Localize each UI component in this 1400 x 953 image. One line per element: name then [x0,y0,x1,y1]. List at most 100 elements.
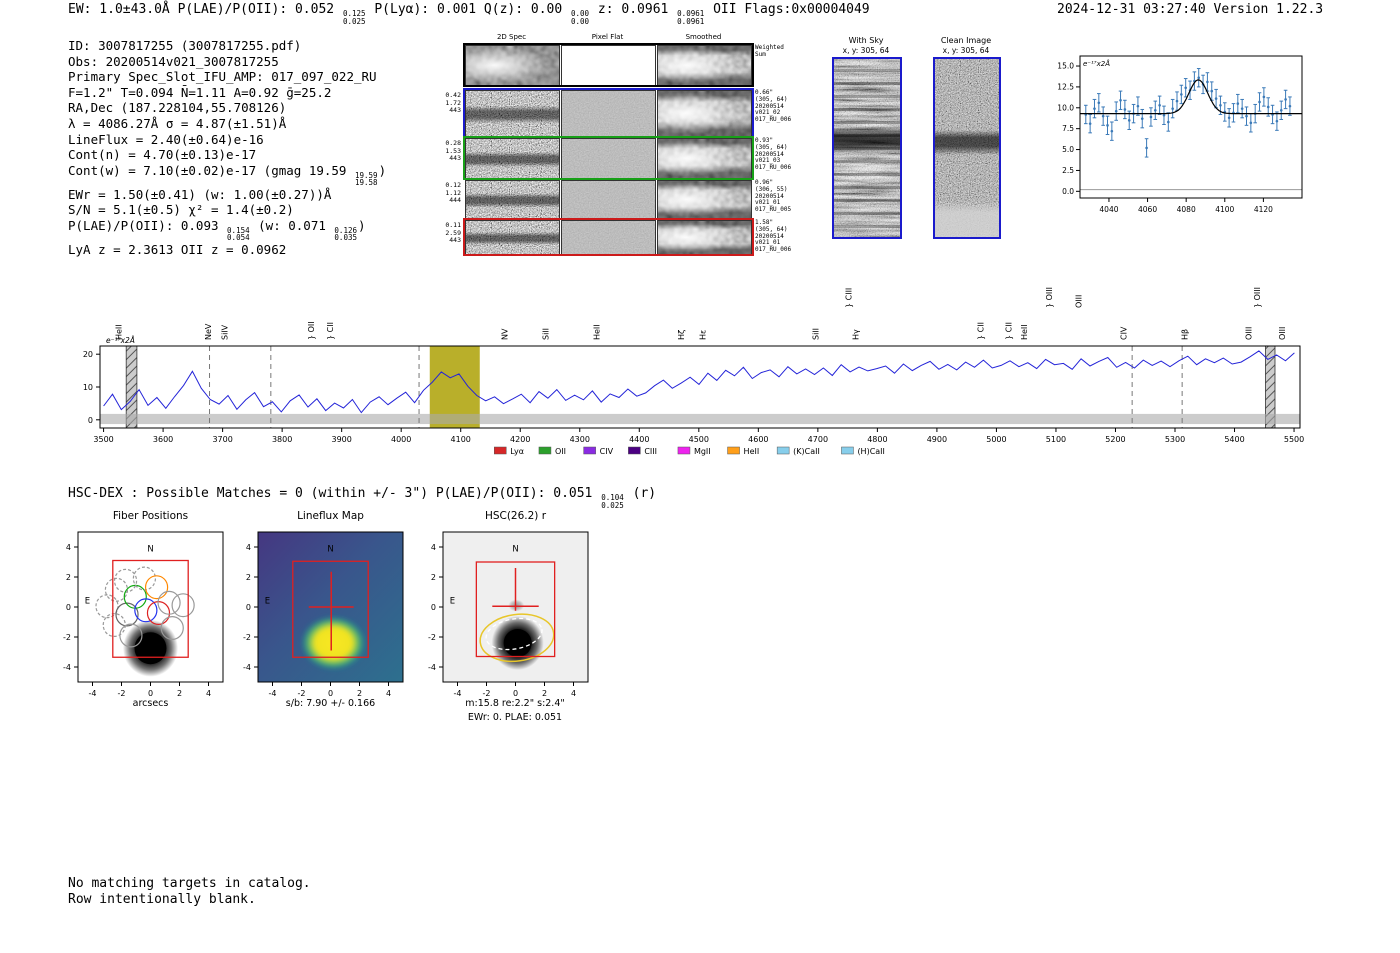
info-line: P(LAE)/P(OII): 0.093 0.154 0.054 (w: 0.07… [68,218,386,242]
detection-report-page: EW: 1.0±43.0Å P(LAE)/P(OII): 0.052 0.125… [0,0,1400,953]
cutout-stat: 443 [449,106,461,114]
x-tick-label: 4 [386,689,391,698]
noise-image [935,59,999,237]
noise-image [562,139,655,179]
cutout-pixelflat [561,180,656,220]
legend-swatch [538,446,552,455]
cutout-row-left-labels: 0.28 1.53 443 [431,139,461,163]
noise-image [562,221,655,255]
info-line: ID: 3007817255 (3007817255.pdf) [68,38,386,54]
data-point [1284,98,1287,101]
noise-rect [562,221,655,255]
cutout-stat: 444 [449,196,461,204]
y-tick-label: -2 [428,633,436,642]
x-tick-label: 4500 [689,435,709,444]
hsc-image-panel: -4 -2 0 2 4 -4 -2 0 2 4 N E [428,531,589,698]
x-tick-label: 0 [328,689,333,698]
x-tick-label: 3700 [212,435,232,444]
legend-swatch [677,446,691,455]
x-tick-label: 3600 [153,435,173,444]
text-run: ) [358,217,366,233]
noise-image [466,139,559,179]
noise-rect [658,139,751,179]
y-tick-label: 0 [246,603,251,612]
x-tick-label: 0 [513,689,518,698]
line-marker-label: } OIII [1253,287,1262,308]
line-marker-label: OIII [1278,327,1287,340]
y-tick-label: 0.0 [1062,187,1074,196]
line-marker-label: Hβ [1181,329,1190,340]
cutout-row-right-labels: 0.96" (306, 55) 20200514 v021_01 017_RU_005 [755,179,810,214]
cutout-row-left-labels: 0.12 1.12 444 [431,181,461,205]
line-marker-label: HeII [1020,324,1029,340]
stacked-uncertainty: 0.104 0.025 [601,493,624,510]
x-tick-label: 4080 [1177,205,1196,214]
legend-label: HeII [744,447,760,456]
x-tick-label: 4400 [629,435,649,444]
noise-image [562,91,655,137]
cutout-2dspec [465,138,560,180]
cutout-col-header-pixelflat: Pixel Flat [591,33,624,41]
y-tick-label: 4 [66,543,71,552]
cutout-row-right-labels: 1.58" (305, 64) 20200514 v021_01 017_RU_006 [755,219,810,254]
y-tick-label: -4 [63,663,71,672]
y-tick-label: 12.5 [1057,82,1074,91]
text-run: P(LAE)/P(OII): 0.093 [68,217,227,233]
line-fit-chart: 0.0 2.5 5.0 7.5 10.0 12.5 15.0 4040 4060 4080 4100… [1057,55,1303,214]
line-marker-label: OIII [1075,295,1084,308]
line-marker-label: CIV [1119,326,1128,340]
hsc-r-title: HSC(26.2) r [484,510,547,522]
text-run: ) [378,162,387,178]
x-tick-label: -4 [454,689,462,698]
info-line: S/N = 5.1(±0.5) χ² = 1.4(±0.2) [68,202,386,218]
data-point [1262,95,1266,99]
data-point [1158,103,1161,107]
text-run: Cont(w) = 7.10(±0.02)e-17 (gmag 19.59 [68,162,354,178]
flux-unit-label: e⁻¹⁷x2Å [1083,59,1110,68]
line-marker-label: SiIV [221,324,230,340]
data-point [1219,103,1222,107]
data-point [1088,122,1092,125]
legend-label: MgII [694,447,711,456]
x-tick-label: 5500 [1284,435,1304,444]
legend-swatch [494,446,507,455]
data-point [1093,107,1096,110]
data-point [1275,119,1279,123]
stacked-uncertainty: 19.59 19.58 [354,170,378,188]
cutout-smoothed [657,220,752,256]
noise-image [658,91,751,137]
text-run: Primary Spec_Slot_IFU_AMP: 017_097_022_R… [68,69,377,85]
stacked-uncertainty: 0.0961 0.0961 [677,9,705,26]
x-tick-label: 4060 [1138,205,1157,214]
data-point [1149,115,1153,119]
stacked-uncertainty: 0.00 0.00 [571,9,590,26]
x-tick-label: 4100 [451,435,471,444]
cutout-pixelflat [561,138,656,180]
y-tick-label: 2 [66,573,71,582]
data-point [1101,114,1105,118]
noise-error-band [100,413,1300,425]
x-tick-label: 5300 [1165,435,1185,444]
fiber-positions-panel: -4 -2 0 2 4 -4 -2 0 2 4 N E [63,531,224,698]
noise-rect [466,91,559,137]
noise-rect [466,46,559,86]
line-marker-label: OIII [1244,327,1253,340]
text-run: OII Flags:0x00004049 [705,2,870,17]
cutout-col-header-smoothed: Smoothed [685,33,722,41]
info-line: Primary Spec_Slot_IFU_AMP: 017_097_022_R… [68,69,386,85]
y-tick-label: 20 [83,350,93,359]
legend-swatch [583,446,596,455]
legend-swatch [727,446,740,455]
noise-rect [466,181,559,219]
fit-frame [1079,55,1303,199]
noise-image [658,139,751,179]
cutout-annotation: 017_RU_006 [755,246,792,254]
lineflux-bright-blob [300,615,367,671]
text-run: z: 0.0961 [590,2,677,17]
data-point [1110,129,1114,133]
stacked-uncertainty: 0.126 0.035 [334,225,357,243]
full-spectrum-chart: 0 10 20 3500 3600 3700 3800 3900 4000 4100 4200 430… [83,287,1304,456]
info-block: ID: 3007817255 (3007817255.pdf) Obs: 2020… [68,38,386,258]
noise-image [658,221,751,255]
y-tick-label: 2 [246,573,251,582]
